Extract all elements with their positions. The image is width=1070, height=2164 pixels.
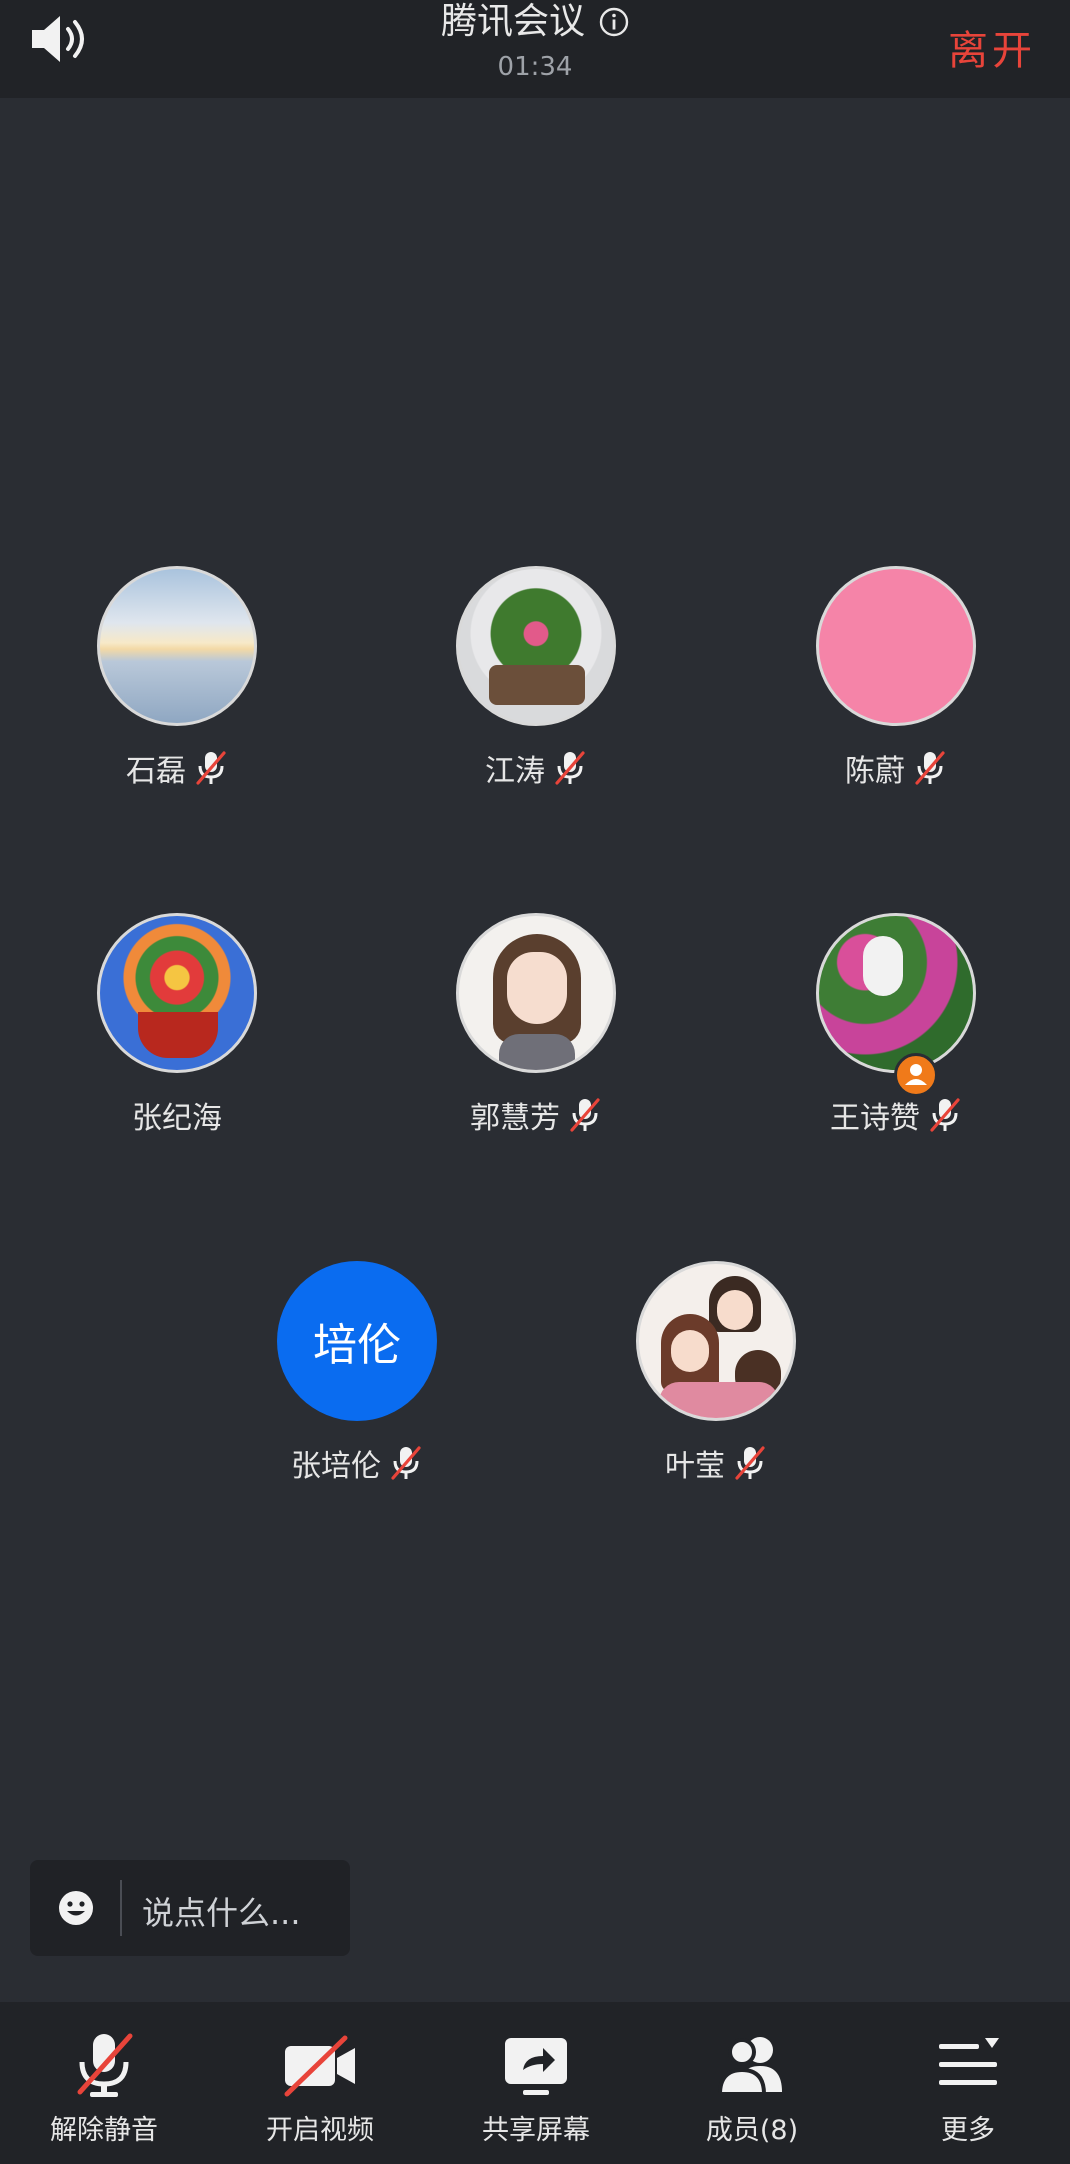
participant-name: 郭慧芳 [470, 1101, 560, 1136]
participant-tile[interactable]: 张纪海 [27, 913, 327, 1136]
chat-placeholder: 说点什么... [142, 1894, 301, 1932]
start-video-button[interactable]: 开启视频 [220, 2002, 420, 2147]
leave-button[interactable]: 离开 [948, 18, 1036, 76]
avatar [816, 566, 976, 726]
share-screen-button[interactable]: 共享屏幕 [436, 2002, 636, 2147]
avatar [97, 913, 257, 1073]
info-icon[interactable] [599, 7, 629, 37]
more-menu-icon [939, 2038, 999, 2085]
meeting-title-area: 腾讯会议 01:34 [0, 0, 1070, 82]
more-label: 更多 [941, 2115, 995, 2146]
participant-tile[interactable]: 陈蔚 [746, 566, 1046, 789]
share-screen-icon [505, 2038, 567, 2095]
bottom-toolbar: 解除静音 开启视频 共享屏幕 成员(8) 更多 [0, 2002, 1070, 2164]
participant-tile[interactable]: 培伦 张培伦 [207, 1261, 507, 1484]
unmute-button[interactable]: 解除静音 [4, 2002, 204, 2147]
meeting-title: 腾讯会议 [440, 1, 585, 42]
avatar: 培伦 [277, 1261, 437, 1421]
mic-muted-icon [915, 751, 945, 785]
host-badge-icon [894, 1053, 938, 1097]
participant-tile[interactable]: 石磊 [27, 566, 327, 789]
avatar [456, 566, 616, 726]
participant-name: 石磊 [126, 754, 186, 789]
members-label: 成员(8) [705, 2115, 799, 2146]
mic-muted-icon [391, 1446, 421, 1480]
avatar [456, 913, 616, 1073]
start-video-label: 开启视频 [266, 2115, 374, 2146]
divider [120, 1880, 122, 1936]
participant-name: 叶莹 [665, 1449, 725, 1484]
emoji-icon[interactable] [56, 1888, 96, 1928]
avatar [816, 913, 976, 1073]
unmute-label: 解除静音 [50, 2115, 158, 2146]
participant-name: 张纪海 [132, 1101, 222, 1136]
participant-name: 陈蔚 [845, 754, 905, 789]
more-button[interactable]: 更多 [868, 2002, 1068, 2147]
participant-name: 江涛 [485, 754, 545, 789]
chat-input[interactable]: 说点什么... [30, 1860, 350, 1956]
top-bar: 腾讯会议 01:34 离开 [0, 0, 1070, 98]
avatar [636, 1261, 796, 1421]
avatar-initials: 培伦 [313, 1320, 401, 1371]
members-button[interactable]: 成员(8) [652, 2002, 852, 2147]
participant-name: 王诗赞 [830, 1101, 920, 1136]
mic-muted-icon [555, 751, 585, 785]
mic-muted-icon [196, 751, 226, 785]
participant-name: 张培伦 [291, 1449, 381, 1484]
meeting-timer: 01:34 [497, 52, 573, 82]
participant-tile[interactable]: 王诗赞 [746, 913, 1046, 1136]
avatar [97, 566, 257, 726]
members-icon [717, 2037, 782, 2096]
mic-muted-icon [930, 1098, 960, 1132]
participant-tile[interactable]: 叶莹 [566, 1261, 866, 1484]
mic-muted-icon [77, 2033, 133, 2097]
mic-muted-icon [570, 1098, 600, 1132]
mic-muted-icon [735, 1446, 765, 1480]
video-off-icon [284, 2035, 355, 2097]
share-screen-label: 共享屏幕 [482, 2115, 590, 2146]
participant-tile[interactable]: 江涛 [386, 566, 686, 789]
participant-tile[interactable]: 郭慧芳 [386, 913, 686, 1136]
